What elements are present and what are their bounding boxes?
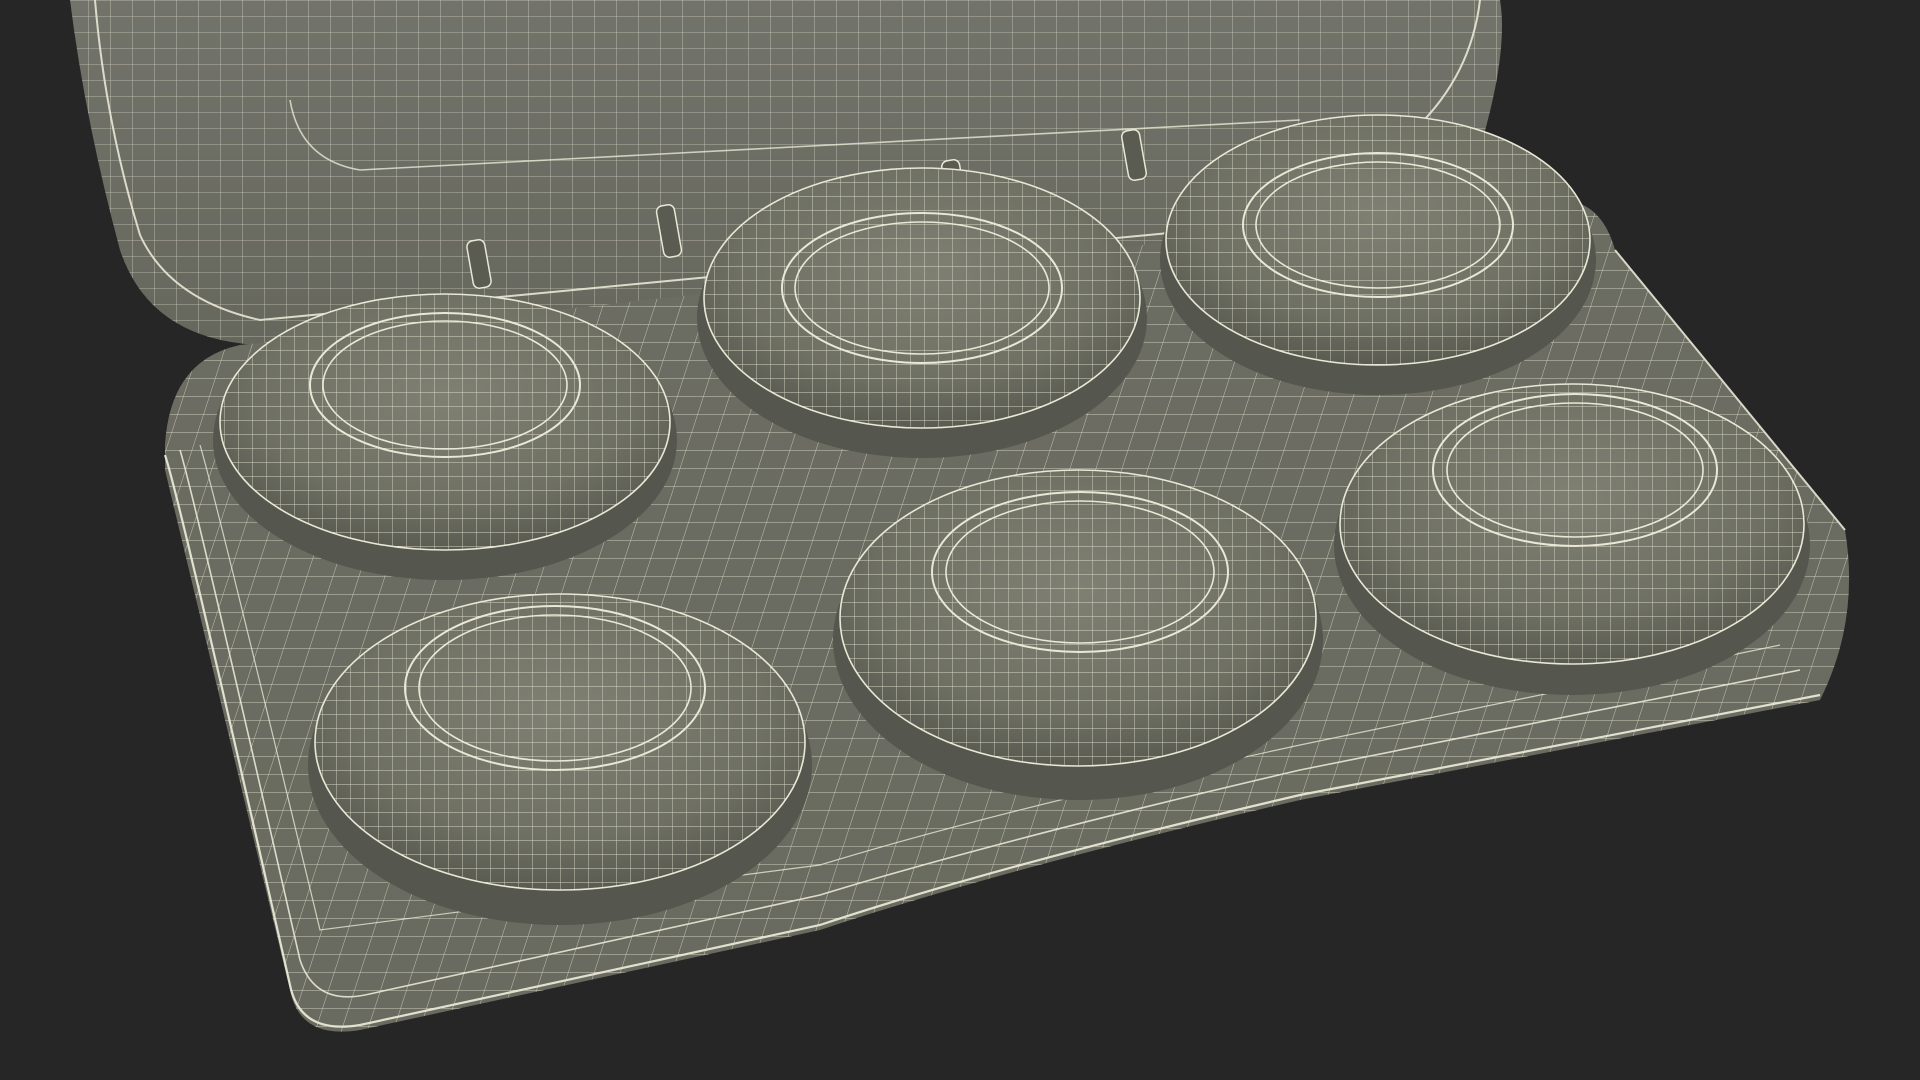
macaron-top-right (1160, 114, 1596, 395)
macaron-top-center (697, 167, 1147, 458)
wireframe-render (70, 0, 1850, 1032)
macaron-bottom-center (833, 469, 1323, 800)
macaron-top-left (213, 293, 677, 580)
macaron-bottom-right (1334, 383, 1810, 695)
macaron-bottom-left (308, 593, 812, 925)
